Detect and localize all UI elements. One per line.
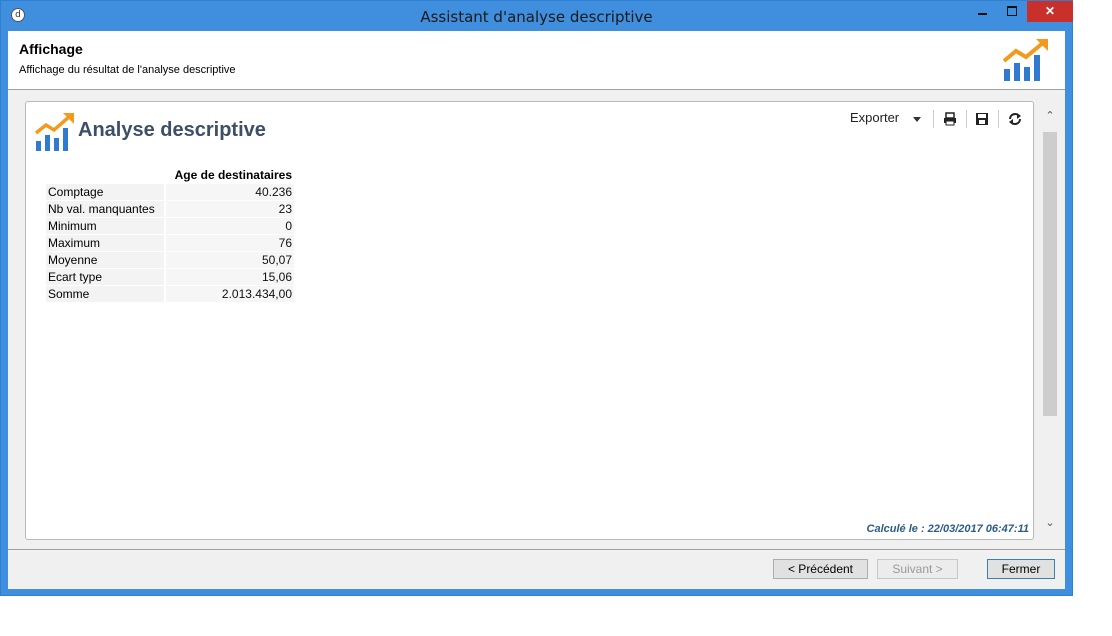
toolbar-separator: [933, 110, 934, 128]
footer-divider: [8, 549, 1065, 550]
scroll-up-icon[interactable]: ⌃: [1042, 108, 1058, 124]
previous-button[interactable]: < Précédent: [773, 559, 868, 579]
page-title: Affichage: [19, 41, 83, 57]
row-label: Maximum: [46, 235, 166, 251]
row-value: 0: [166, 218, 294, 234]
save-icon[interactable]: [974, 111, 990, 127]
row-value: 76: [166, 235, 294, 251]
table-row: Somme 2.013.434,00: [46, 286, 294, 302]
row-label: Moyenne: [46, 252, 166, 268]
row-value: 40.236: [166, 184, 294, 200]
analysis-chart-icon: [34, 113, 74, 151]
table-row: Comptage 40.236: [46, 184, 294, 200]
scrollbar-thumb[interactable]: [1043, 132, 1057, 416]
row-value: 50,07: [166, 252, 294, 268]
toolbar-separator: [966, 110, 967, 128]
table-row: Moyenne 50,07: [46, 252, 294, 268]
report-title: Analyse descriptive: [78, 119, 266, 141]
row-value: 23: [166, 201, 294, 217]
close-window-button[interactable]: ✕: [1027, 1, 1073, 22]
minimize-button[interactable]: [967, 1, 997, 22]
maximize-icon: [1007, 6, 1017, 16]
table-row: Nb val. manquantes 23: [46, 201, 294, 217]
empty-header-cell: [46, 167, 166, 183]
row-label: Ecart type: [46, 269, 166, 285]
close-button[interactable]: Fermer: [987, 559, 1055, 579]
dialog-client-area: Affichage Affichage du résultat de l'ana…: [8, 31, 1065, 589]
table-header-row: Age de destinataires: [46, 167, 294, 183]
column-header: Age de destinataires: [174, 168, 292, 182]
export-menu[interactable]: Exporter: [850, 110, 899, 125]
row-value: 15,06: [166, 269, 294, 285]
dialog-window: d Assistant d'analyse descriptive ✕ Affi…: [0, 0, 1073, 596]
analysis-chart-icon: [1002, 39, 1048, 81]
next-button[interactable]: Suivant >: [877, 559, 958, 579]
maximize-button[interactable]: [997, 1, 1027, 22]
table-row: Minimum 0: [46, 218, 294, 234]
row-label: Minimum: [46, 218, 166, 234]
stats-table: Age de destinataires Comptage 40.236 Nb v…: [46, 166, 294, 303]
window-title: Assistant d'analyse descriptive: [420, 8, 653, 26]
row-label: Comptage: [46, 184, 166, 200]
vertical-scrollbar[interactable]: ⌃ ⌄: [1042, 98, 1058, 542]
refresh-icon[interactable]: [1007, 111, 1023, 127]
title-bar[interactable]: d Assistant d'analyse descriptive ✕: [1, 1, 1073, 31]
report-panel: Exporter Analyse descriptive Age de dest…: [25, 101, 1034, 540]
toolbar-separator: [998, 110, 999, 128]
scroll-down-icon[interactable]: ⌄: [1042, 515, 1058, 531]
print-icon[interactable]: [942, 111, 958, 127]
minimize-icon: [977, 13, 987, 15]
row-label: Nb val. manquantes: [46, 201, 166, 217]
chevron-down-icon[interactable]: [913, 117, 921, 122]
page-subtitle: Affichage du résultat de l'analyse descr…: [19, 64, 236, 76]
wizard-header: Affichage Affichage du résultat de l'ana…: [8, 31, 1065, 90]
calculated-timestamp: Calculé le : 22/03/2017 06:47:11: [866, 523, 1029, 535]
close-icon: ✕: [1044, 4, 1056, 18]
row-value: 2.013.434,00: [166, 286, 294, 302]
table-row: Maximum 76: [46, 235, 294, 251]
table-row: Ecart type 15,06: [46, 269, 294, 285]
row-label: Somme: [46, 286, 166, 302]
